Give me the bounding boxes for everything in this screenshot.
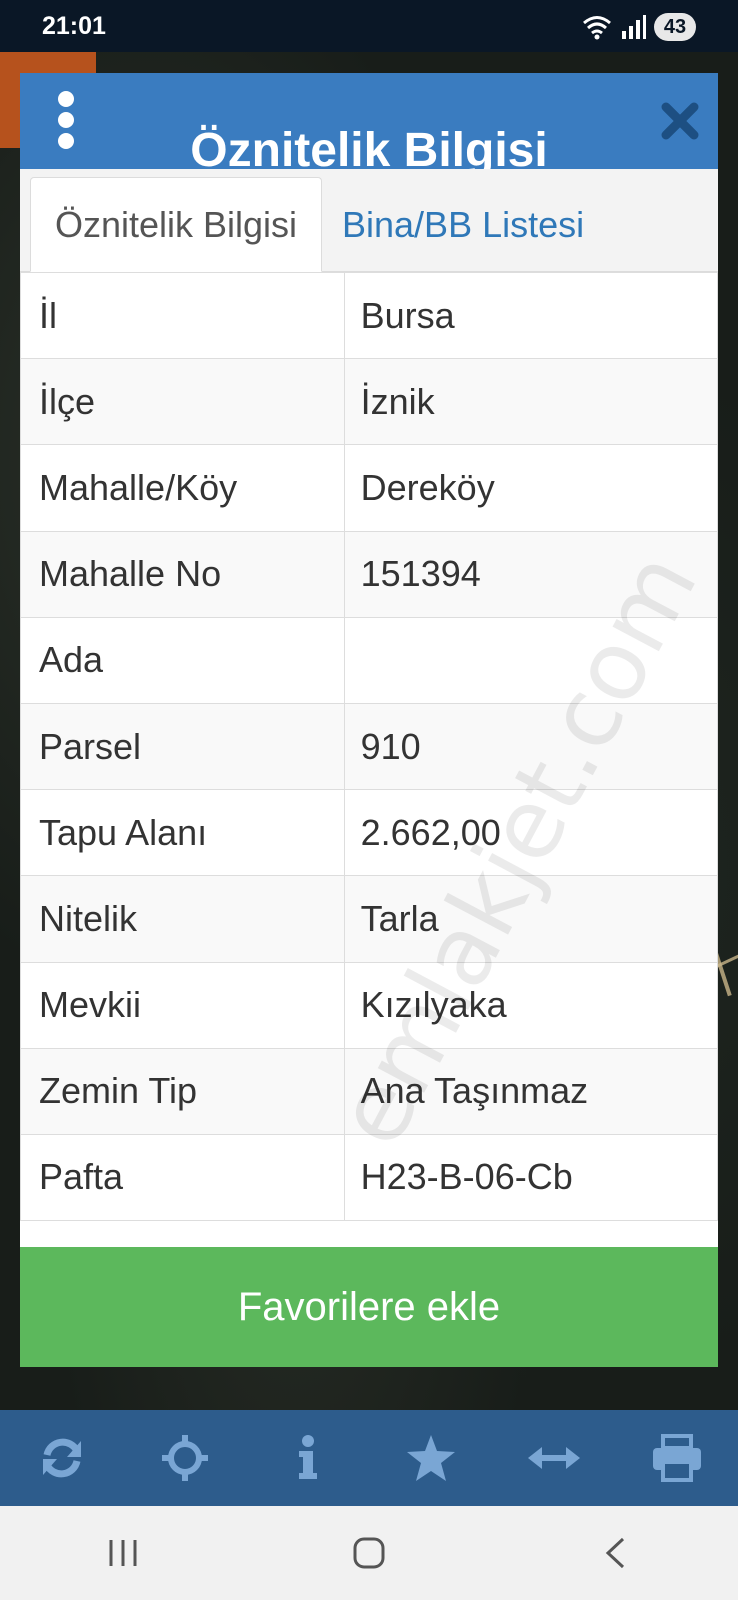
- attribute-key: Mahalle No: [20, 530, 345, 618]
- recent-apps-icon[interactable]: [83, 1523, 163, 1583]
- dialog-title: Öznitelik Bilgisi: [190, 124, 548, 169]
- battery-badge: 43: [654, 13, 696, 41]
- table-row: Mevkii Kızılyaka: [20, 961, 718, 1049]
- table-row: Mahalle No 151394: [20, 530, 718, 618]
- status-time: 21:01: [42, 12, 106, 40]
- star-icon[interactable]: [401, 1428, 461, 1488]
- table-row: Ada: [20, 616, 718, 704]
- system-nav-bar: [0, 1506, 738, 1600]
- dialog-header: Öznitelik Bilgisi: [20, 73, 718, 169]
- attribute-value: 151394: [343, 530, 718, 618]
- measure-icon[interactable]: [524, 1428, 584, 1488]
- back-icon[interactable]: [575, 1523, 655, 1583]
- attribute-value: Kızılyaka: [343, 961, 718, 1049]
- attribute-key: İlçe: [20, 358, 345, 446]
- attribute-value: 2.662,00: [343, 789, 718, 877]
- attribute-key: İl: [20, 271, 345, 360]
- attribute-value: H23-B-06-Cb: [343, 1133, 718, 1222]
- table-row: Mahalle/Köy Dereköy: [20, 444, 718, 532]
- status-icons: 43: [582, 12, 696, 42]
- table-row: Nitelik Tarla: [20, 875, 718, 963]
- tab-attribute-info[interactable]: Öznitelik Bilgisi: [30, 177, 322, 272]
- attribute-value: 910: [343, 702, 718, 791]
- attribute-key: Nitelik: [20, 875, 345, 963]
- signal-icon: [622, 15, 646, 39]
- attribute-key: Zemin Tip: [20, 1047, 345, 1135]
- attribute-value: İznik: [343, 358, 718, 446]
- attribute-key: Tapu Alanı: [20, 789, 345, 877]
- table-row: Tapu Alanı 2.662,00: [20, 789, 718, 877]
- refresh-icon[interactable]: [32, 1428, 92, 1488]
- attribute-key: Pafta: [20, 1133, 345, 1222]
- attribute-value: [343, 616, 718, 704]
- attribute-value: Ana Taşınmaz: [343, 1047, 718, 1135]
- attribute-value: Dereköy: [343, 444, 718, 532]
- status-bar: 21:01 43: [0, 0, 738, 52]
- attribute-value: Tarla: [343, 875, 718, 963]
- home-icon[interactable]: [329, 1523, 409, 1583]
- add-to-favorites-button[interactable]: Favorilere ekle: [20, 1247, 718, 1367]
- map-toolbar: [0, 1410, 738, 1506]
- table-row: İl Bursa: [20, 271, 718, 360]
- table-row: Parsel 910: [20, 702, 718, 791]
- attribute-key: Mahalle/Köy: [20, 444, 345, 532]
- tab-bar: Öznitelik Bilgisi Bina/BB Listesi: [20, 169, 718, 272]
- table-row: Pafta H23-B-06-Cb: [20, 1133, 718, 1222]
- attribute-dialog: Öznitelik Bilgisi Öznitelik Bilgisi Bina…: [20, 73, 718, 1367]
- tab-building-list[interactable]: Bina/BB Listesi: [322, 177, 718, 272]
- wifi-5g-icon: [583, 16, 611, 40]
- attribute-key: Mevkii: [20, 961, 345, 1049]
- print-icon[interactable]: [647, 1428, 707, 1488]
- attribute-key: Ada: [20, 616, 345, 704]
- table-row: Zemin Tip Ana Taşınmaz: [20, 1047, 718, 1135]
- crosshair-icon[interactable]: [155, 1428, 215, 1488]
- close-icon[interactable]: [658, 99, 702, 143]
- attribute-value: Bursa: [343, 271, 718, 360]
- info-icon[interactable]: [278, 1428, 338, 1488]
- attribute-table: İl Bursa İlçe İznik Mahalle/Köy Dereköy Mahall…: [20, 271, 718, 1222]
- table-row: İlçe İznik: [20, 358, 718, 446]
- attribute-key: Parsel: [20, 702, 345, 791]
